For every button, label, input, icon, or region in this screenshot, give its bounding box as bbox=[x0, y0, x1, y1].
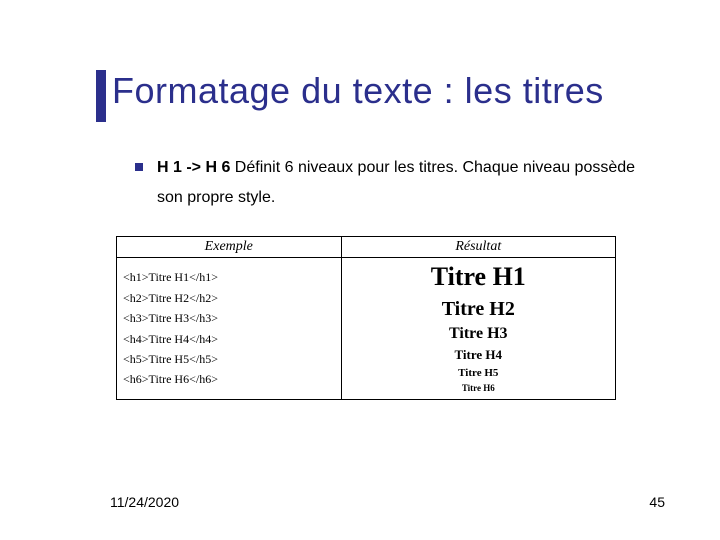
col-header-example: Exemple bbox=[117, 237, 342, 258]
slide: Formatage du texte : les titres H 1 -> H… bbox=[0, 0, 720, 540]
table-row: <h1>Titre H1</h1> <h2>Titre H2</h2> <h3>… bbox=[117, 258, 616, 400]
title-accent-bar bbox=[96, 70, 106, 122]
code-line: <h5>Titre H5</h5> bbox=[123, 349, 335, 369]
code-line: <h2>Titre H2</h2> bbox=[123, 288, 335, 308]
bullet-list: H 1 -> H 6 Définit 6 niveaux pour les ti… bbox=[135, 153, 660, 214]
example-table: Exemple Résultat <h1>Titre H1</h1> <h2>T… bbox=[116, 236, 616, 400]
bullet-strong: H 1 -> H 6 bbox=[157, 159, 230, 176]
result-h6: Titre H6 bbox=[348, 383, 609, 393]
footer-date: 11/24/2020 bbox=[110, 494, 179, 510]
bullet-text: H 1 -> H 6 Définit 6 niveaux pour les ti… bbox=[157, 153, 660, 214]
slide-title: Formatage du texte : les titres bbox=[112, 70, 604, 112]
bullet-item: H 1 -> H 6 Définit 6 niveaux pour les ti… bbox=[135, 153, 660, 214]
table-header-row: Exemple Résultat bbox=[117, 237, 616, 258]
col-header-result: Résultat bbox=[341, 237, 615, 258]
code-line: <h1>Titre H1</h1> bbox=[123, 267, 335, 287]
result-h2: Titre H2 bbox=[348, 298, 609, 321]
result-h1: Titre H1 bbox=[348, 262, 609, 292]
code-line: <h6>Titre H6</h6> bbox=[123, 369, 335, 389]
code-line: <h3>Titre H3</h3> bbox=[123, 308, 335, 328]
footer-page-number: 45 bbox=[649, 494, 665, 510]
code-line: <h4>Titre H4</h4> bbox=[123, 329, 335, 349]
square-bullet-icon bbox=[135, 163, 143, 171]
result-h4: Titre H4 bbox=[348, 347, 609, 363]
example-code-cell: <h1>Titre H1</h1> <h2>Titre H2</h2> <h3>… bbox=[117, 258, 342, 400]
result-h5: Titre H5 bbox=[348, 367, 609, 379]
result-cell: Titre H1 Titre H2 Titre H3 Titre H4 Titr… bbox=[341, 258, 615, 400]
result-h3: Titre H3 bbox=[348, 325, 609, 343]
